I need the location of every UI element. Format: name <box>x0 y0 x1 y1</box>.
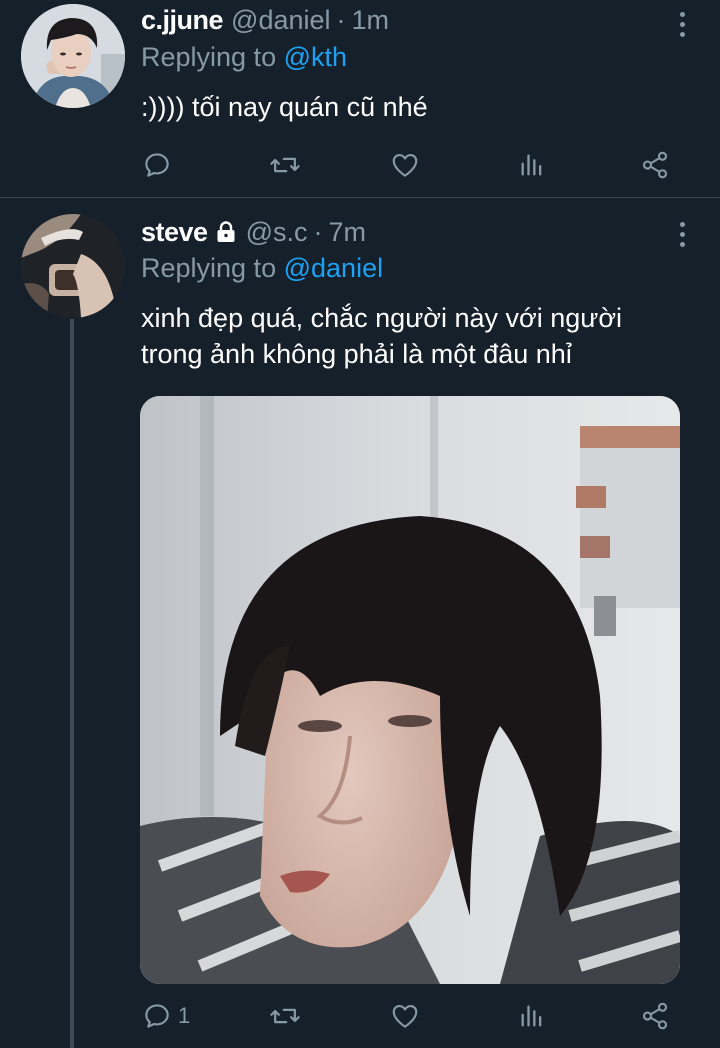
avatar[interactable] <box>21 4 125 108</box>
tweet-actions <box>141 148 681 182</box>
avatar[interactable] <box>21 214 125 318</box>
tweet-text-line: trong ảnh không phải là một đâu nhỉ <box>141 339 572 369</box>
tweet-text: xinh đẹp quá, chắc người này với người t… <box>141 300 622 372</box>
like-icon <box>390 150 420 180</box>
lock-icon <box>214 220 238 251</box>
reply-button[interactable] <box>142 148 178 182</box>
tweet-text-line: :)))) tối nay quán cũ nhé <box>141 92 428 122</box>
display-name[interactable]: steve <box>141 217 208 248</box>
tweet-text: :)))) tối nay quán cũ nhé <box>141 89 428 125</box>
display-name[interactable]: c.jjune <box>141 5 224 36</box>
tweet-header: steve @s.c · 7m <box>141 217 366 248</box>
user-handle[interactable]: @daniel <box>231 5 330 36</box>
replying-to-mention[interactable]: @daniel <box>284 253 383 283</box>
tweet-text-line: xinh đẹp quá, chắc người này với người <box>141 303 623 333</box>
reply-icon <box>142 150 172 180</box>
separator: · <box>336 5 346 35</box>
tweet-1[interactable]: c.jjune @daniel · 1m Replying to @kth :)… <box>0 0 720 198</box>
like-icon <box>390 1001 420 1031</box>
retweet-icon <box>269 1001 301 1031</box>
analytics-icon <box>518 1001 546 1031</box>
reply-icon <box>142 1001 172 1031</box>
share-icon <box>640 1001 670 1031</box>
timestamp[interactable]: 1m <box>352 5 390 36</box>
tweet-2[interactable]: steve @s.c · 7m Replying to @daniel xinh… <box>0 199 720 1048</box>
analytics-icon <box>518 150 546 180</box>
share-button[interactable] <box>640 148 670 182</box>
more-options-icon[interactable] <box>680 12 686 37</box>
share-icon <box>640 150 670 180</box>
reply-button[interactable]: 1 <box>142 999 190 1033</box>
retweet-icon <box>269 150 301 180</box>
replying-to-mention[interactable]: @kth <box>284 42 347 72</box>
separator: · <box>313 217 323 247</box>
replying-to-label: Replying to <box>141 253 277 283</box>
more-options-icon[interactable] <box>680 222 686 247</box>
thread-line <box>70 319 74 1048</box>
tweet-header: c.jjune @daniel · 1m <box>141 5 389 36</box>
analytics-button[interactable] <box>518 999 546 1033</box>
like-button[interactable] <box>390 148 420 182</box>
tweet-media-photo[interactable] <box>140 396 680 984</box>
reply-count: 1 <box>178 1003 191 1028</box>
analytics-button[interactable] <box>518 148 546 182</box>
timestamp[interactable]: 7m <box>328 217 366 248</box>
like-button[interactable] <box>390 999 420 1033</box>
tweet-actions: 1 <box>141 999 681 1033</box>
retweet-button[interactable] <box>269 148 301 182</box>
share-button[interactable] <box>640 999 670 1033</box>
replying-to: Replying to @kth <box>141 42 347 73</box>
user-handle[interactable]: @s.c <box>246 217 308 248</box>
retweet-button[interactable] <box>269 999 301 1033</box>
replying-to-label: Replying to <box>141 42 277 72</box>
replying-to: Replying to @daniel <box>141 253 383 284</box>
